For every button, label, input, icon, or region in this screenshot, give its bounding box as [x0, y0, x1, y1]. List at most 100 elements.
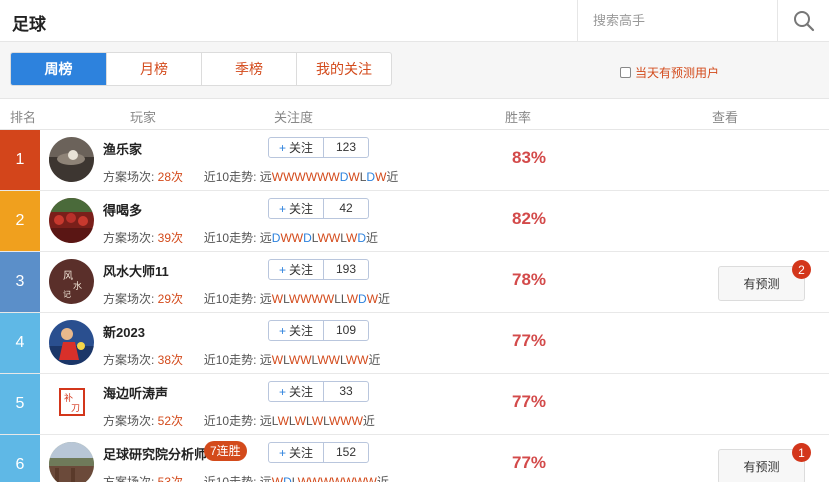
svg-text:记: 记 — [63, 290, 71, 299]
search-button[interactable] — [779, 0, 829, 42]
follow-widget: + 关注 33 — [268, 381, 369, 402]
column-view: 查看 — [712, 110, 739, 125]
plus-icon: + — [278, 445, 286, 460]
follower-count: 109 — [335, 323, 357, 337]
trend-label: 近10走势: — [203, 292, 260, 306]
plus-icon: + — [278, 201, 286, 216]
tab-monthly[interactable]: 月榜 — [106, 53, 201, 85]
column-player: 玩家 — [130, 110, 157, 125]
player-stats: 方案场次: 52次 近10走势: 远LWLWLWLWWW近 — [103, 412, 375, 429]
prediction-filter-label: 当天有预测用户 — [635, 66, 720, 80]
trend-results: WDLWWWWWWW — [271, 475, 377, 482]
player-name[interactable]: 风水大师11 — [103, 261, 169, 280]
player-name[interactable]: 新2023 — [103, 322, 145, 341]
plans-label: 方案场次: — [103, 353, 158, 367]
trend-far-label: 远 — [259, 170, 272, 184]
search-input[interactable] — [578, 0, 777, 41]
table-row: 2 得喝多 + 关注 42 方案场次: 39次 近10走势: 远DWWDLWWL… — [0, 191, 829, 252]
plans-label: 方案场次: — [103, 170, 158, 184]
win-rate: 77% — [512, 453, 547, 472]
table-row: 3 风水记 风水大师11 + 关注 193 方案场次: 29次 近10走势: 远… — [0, 252, 829, 313]
follow-button[interactable]: + 关注 — [269, 199, 324, 218]
plus-icon: + — [278, 140, 286, 155]
trend-far-label: 远 — [259, 292, 272, 306]
table-row: 6 足球研究院分析师 + 关注 152 方案场次: 53次 近10走势: 远WD… — [0, 435, 829, 482]
follow-button-label: 关注 — [289, 141, 314, 155]
tab-season[interactable]: 季榜 — [201, 53, 296, 85]
trend-near-label: 近 — [368, 353, 381, 367]
rank-number: 3 — [0, 252, 40, 312]
plus-icon: + — [278, 323, 286, 338]
plans-count: 28次 — [157, 170, 184, 184]
follow-button-label: 关注 — [289, 263, 314, 277]
trend-label: 近10走势: — [203, 231, 260, 245]
prediction-filter[interactable]: 当天有预测用户 — [620, 64, 719, 81]
player-name[interactable]: 得喝多 — [103, 200, 142, 219]
avatar-image — [49, 320, 94, 365]
plans-count: 52次 — [157, 414, 184, 428]
trend-label: 近10走势: — [203, 170, 260, 184]
plans-label: 方案场次: — [103, 475, 158, 482]
follow-button-label: 关注 — [289, 324, 314, 338]
player-stats: 方案场次: 53次 近10走势: 远WDLWWWWWWW近 — [103, 473, 389, 482]
ranking-tabs: 周榜 月榜 季榜 我的关注 — [10, 52, 392, 86]
table-header: 排名 玩家 关注度 胜率 查看 — [0, 99, 829, 130]
player-name[interactable]: 足球研究院分析师 — [103, 444, 207, 463]
player-name[interactable]: 渔乐家 — [103, 139, 142, 158]
plans-count: 29次 — [157, 292, 184, 306]
svg-text:水: 水 — [73, 280, 82, 292]
avatar-image — [49, 198, 94, 243]
follower-count: 152 — [335, 445, 357, 459]
table-row: 1 渔乐家 + 关注 123 方案场次: 28次 近10走势: 远WWWWWWD… — [0, 130, 829, 191]
follow-button-label: 关注 — [289, 385, 314, 399]
trend-far-label: 远 — [259, 414, 272, 428]
player-stats: 方案场次: 38次 近10走势: 远WLWWLWWLWW近 — [103, 351, 380, 368]
rank-number: 4 — [0, 313, 40, 373]
prediction-filter-checkbox[interactable] — [620, 67, 631, 78]
plans-count: 39次 — [157, 231, 184, 245]
follower-count: 193 — [335, 262, 357, 276]
trend-label: 近10走势: — [203, 353, 260, 367]
tab-weekly[interactable]: 周榜 — [11, 53, 106, 85]
follow-widget: + 关注 109 — [268, 320, 369, 341]
column-winrate: 胜率 — [505, 110, 532, 125]
follow-button[interactable]: + 关注 — [269, 443, 324, 462]
column-follow: 关注度 — [274, 110, 314, 125]
follow-button[interactable]: + 关注 — [269, 321, 324, 340]
avatar-image: 补刀 — [49, 381, 94, 426]
avatar-image — [49, 137, 94, 182]
follow-widget: + 关注 42 — [268, 198, 369, 219]
avatar[interactable] — [49, 137, 94, 182]
trend-results: WWWWWWDWLDW — [271, 170, 387, 184]
avatar[interactable] — [49, 320, 94, 365]
svg-text:刀: 刀 — [71, 404, 80, 414]
plans-label: 方案场次: — [103, 292, 158, 306]
avatar[interactable] — [49, 198, 94, 243]
follower-count: 33 — [339, 384, 353, 398]
trend-label: 近10走势: — [203, 414, 260, 428]
tab-my-follows[interactable]: 我的关注 — [296, 53, 391, 85]
tab-bar: 周榜 月榜 季榜 我的关注 当天有预测用户 — [0, 42, 829, 99]
trend-results: LWLWLWLWWW — [271, 414, 363, 428]
win-rate: 82% — [512, 209, 547, 228]
avatar[interactable] — [49, 442, 94, 482]
search-icon — [794, 11, 815, 32]
avatar[interactable]: 补刀 — [49, 381, 94, 426]
follow-button[interactable]: + 关注 — [269, 138, 324, 157]
avatar[interactable]: 风水记 — [49, 259, 94, 304]
follower-count: 42 — [339, 201, 353, 215]
trend-results: WLWWLWWLWW — [271, 353, 369, 367]
player-name[interactable]: 海边听涛声 — [103, 383, 168, 402]
follow-button[interactable]: + 关注 — [269, 382, 324, 401]
follow-widget: + 关注 123 — [268, 137, 369, 158]
player-stats: 方案场次: 39次 近10走势: 远DWWDLWWLWD近 — [103, 229, 378, 246]
win-streak-badge: 7连胜 — [204, 441, 247, 461]
win-rate: 77% — [512, 392, 547, 411]
follow-button[interactable]: + 关注 — [269, 260, 324, 279]
follow-button-label: 关注 — [289, 202, 314, 216]
plans-count: 38次 — [157, 353, 184, 367]
follower-count: 123 — [335, 140, 357, 154]
trend-near-label: 近 — [376, 475, 389, 482]
avatar-image — [49, 442, 94, 482]
table-row: 4 新2023 + 关注 109 方案场次: 38次 近10走势: 远WLWWL… — [0, 313, 829, 374]
